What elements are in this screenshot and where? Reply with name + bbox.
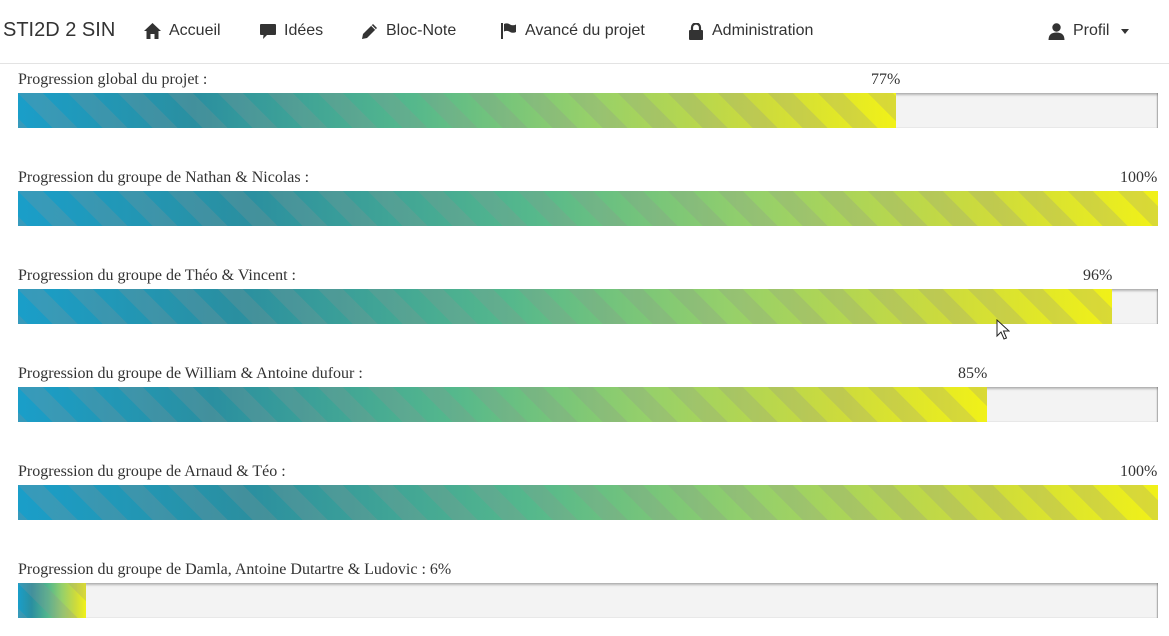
user-icon (1048, 22, 1065, 40)
progress-track (18, 485, 1158, 520)
nav-avance-projet-label: Avancé du projet (525, 22, 645, 39)
progress-bar-fill (18, 191, 1158, 226)
flag-icon (501, 23, 516, 39)
progress-track (18, 583, 1158, 618)
progress-bar-fill (18, 485, 1158, 520)
progress-label: Progression du groupe de Nathan & Nicola… (18, 169, 310, 186)
progress-label: Progression du groupe de Damla, Antoine … (18, 561, 426, 578)
nav-accueil[interactable]: Accueil (144, 19, 221, 43)
nav-administration-label: Administration (712, 22, 814, 39)
progress-label: Progression du groupe de Arnaud & Téo : (18, 463, 286, 480)
progress-percent: 6% (429, 561, 452, 578)
progress-percent: 85% (958, 365, 988, 382)
top-navbar: STI2D 2 SIN Accueil Idées Bloc-Note Avan… (0, 0, 1169, 64)
progress-percent: 96% (1083, 267, 1113, 284)
progress-label-row: Progression du groupe de Damla, Antoine … (18, 560, 451, 580)
progress-percent: 100% (1120, 169, 1158, 186)
caret-down-icon (1121, 28, 1130, 34)
pencil-icon (362, 23, 377, 39)
progress-section-nathan-nicolas: Progression du groupe de Nathan & Nicola… (18, 168, 1158, 238)
progress-bar-fill (18, 583, 86, 618)
progress-label: Progression du groupe de Théo & Vincent … (18, 267, 296, 284)
nav-bloc-note[interactable]: Bloc-Note (361, 19, 456, 43)
lock-icon (689, 22, 703, 40)
progress-percent: 100% (1120, 463, 1158, 480)
progress-bar-fill (18, 387, 987, 422)
progress-label: Progression global du projet : (18, 71, 208, 88)
progress-label: Progression du groupe de William & Antoi… (18, 365, 363, 382)
progress-section-global: Progression global du projet : 77% (18, 70, 1158, 140)
progress-section-damla-antoine-ludovic: Progression du groupe de Damla, Antoine … (18, 560, 1158, 630)
progress-track (18, 387, 1158, 422)
comment-icon (260, 23, 276, 39)
nav-accueil-label: Accueil (169, 22, 221, 39)
mouse-cursor-icon (996, 319, 1010, 340)
brand[interactable]: STI2D 2 SIN (3, 18, 115, 42)
profile-dropdown[interactable]: Profil (1048, 19, 1130, 43)
nav-idees[interactable]: Idées (260, 19, 323, 43)
progress-bar-fill (18, 289, 1112, 324)
progress-bar-fill (18, 93, 896, 128)
nav-idees-label: Idées (284, 22, 324, 39)
progress-section-arnaud-teo: Progression du groupe de Arnaud & Téo : … (18, 462, 1158, 532)
progress-track (18, 93, 1158, 128)
progress-percent: 77% (871, 71, 901, 88)
profile-label: Profil (1073, 22, 1110, 39)
progress-track (18, 191, 1158, 226)
progress-section-william-antoine: Progression du groupe de William & Antoi… (18, 364, 1158, 434)
nav-avance-projet[interactable]: Avancé du projet (501, 19, 645, 43)
home-icon (144, 23, 161, 39)
nav-administration[interactable]: Administration (688, 19, 813, 43)
nav-bloc-note-label: Bloc-Note (386, 22, 457, 39)
progress-section-theo-vincent: Progression du groupe de Théo & Vincent … (18, 266, 1158, 336)
progress-track (18, 289, 1158, 324)
